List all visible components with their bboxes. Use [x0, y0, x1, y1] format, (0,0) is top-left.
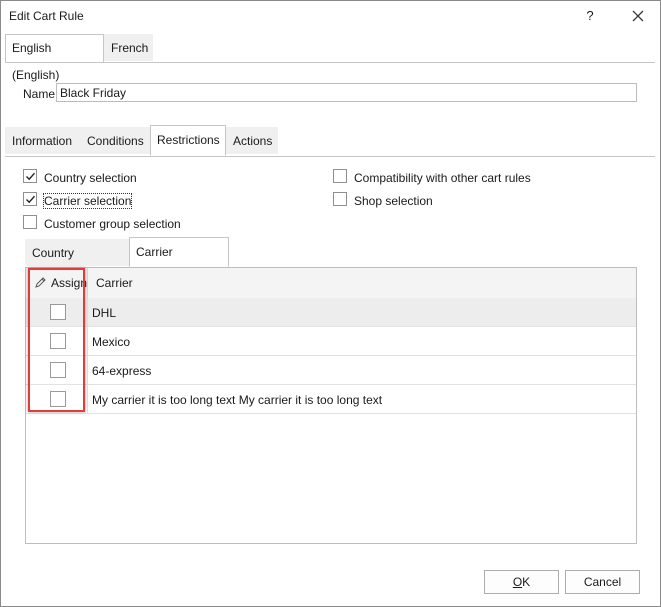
tab-english[interactable]: English (English): [5, 34, 104, 82]
compatibility-checkbox[interactable]: [333, 169, 347, 183]
customer-group-selection-label: Customer group selection: [44, 217, 181, 231]
language-tabs-divider: [5, 62, 655, 63]
main-tabs-divider: [5, 156, 655, 157]
carrier-name: Mexico: [92, 335, 131, 349]
name-label: Name: [23, 87, 56, 101]
edit-cart-rule-dialog: Edit Cart Rule ? English (English) Frenc…: [0, 0, 661, 607]
carrier-grid: Assign Carrier DHL Mexico 64-express My …: [25, 267, 637, 544]
carrier-name: My carrier it is too long text My carrie…: [92, 393, 383, 407]
table-row[interactable]: Mexico: [26, 327, 636, 356]
tab-french[interactable]: French: [104, 34, 153, 61]
carrier-name: DHL: [92, 306, 117, 320]
close-icon[interactable]: [627, 5, 649, 27]
tab-information[interactable]: Information: [5, 127, 80, 154]
window-title: Edit Cart Rule: [9, 9, 84, 23]
country-selection-checkbox[interactable]: [23, 169, 37, 183]
help-button[interactable]: ?: [579, 5, 601, 27]
table-row[interactable]: 64-express: [26, 356, 636, 385]
tab-restrictions[interactable]: Restrictions: [150, 125, 226, 156]
customer-group-selection-checkbox[interactable]: [23, 215, 37, 229]
tab-country-selection[interactable]: Country Selection: [25, 239, 129, 287]
table-row[interactable]: DHL: [26, 298, 636, 327]
name-input[interactable]: Black Friday: [56, 83, 637, 102]
cancel-button[interactable]: Cancel: [565, 570, 640, 594]
country-selection-label: Country selection: [44, 171, 137, 185]
grid-header: Assign Carrier: [26, 268, 636, 299]
tab-conditions[interactable]: Conditions: [80, 127, 150, 154]
ok-button[interactable]: OK: [484, 570, 559, 594]
assign-column-highlight: [28, 268, 85, 412]
compatibility-label: Compatibility with other cart rules: [354, 171, 531, 185]
tab-carrier-selection[interactable]: Carrier Selection: [129, 237, 229, 287]
title-bar: Edit Cart Rule ?: [1, 1, 660, 31]
carrier-column-header[interactable]: Carrier: [96, 276, 133, 290]
shop-selection-checkbox[interactable]: [333, 192, 347, 206]
carrier-selection-checkbox[interactable]: [23, 192, 37, 206]
table-row[interactable]: My carrier it is too long text My carrie…: [26, 385, 636, 414]
carrier-selection-label: Carrier selection: [42, 193, 133, 209]
shop-selection-label: Shop selection: [354, 194, 433, 208]
tab-actions[interactable]: Actions: [226, 127, 278, 154]
carrier-name: 64-express: [92, 364, 152, 378]
